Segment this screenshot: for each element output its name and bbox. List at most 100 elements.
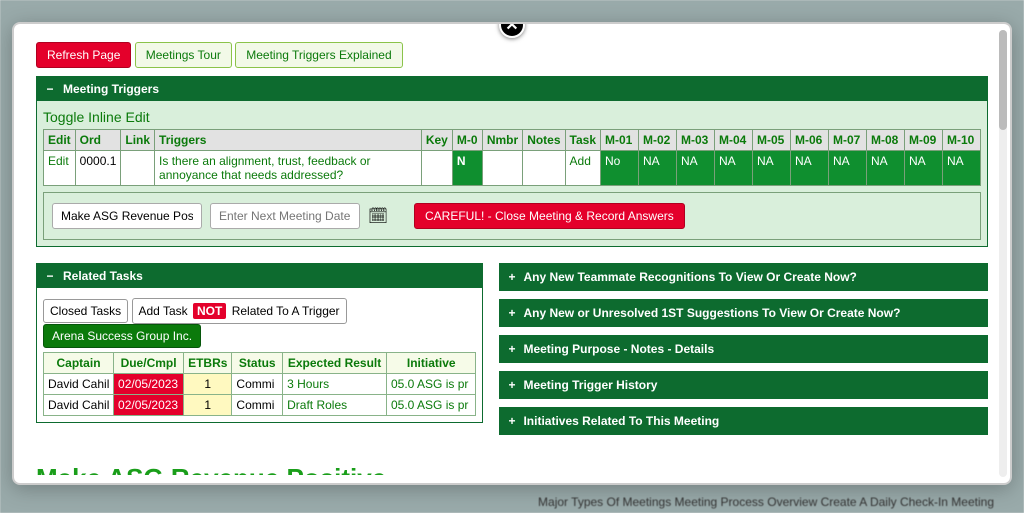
expand-icon: +	[508, 270, 515, 284]
th-nmbr: Nmbr	[482, 130, 522, 151]
cell-m0[interactable]: N	[452, 151, 482, 186]
scrollbar-track[interactable]	[999, 30, 1007, 477]
panel-1st-suggestions[interactable]: + Any New or Unresolved 1ST Suggestions …	[499, 299, 988, 327]
tasks-header-row: Captain Due/Cmpl ETBRs Status Expected R…	[44, 353, 476, 374]
panel-title: Initiatives Related To This Meeting	[523, 414, 719, 428]
tasks-table: Captain Due/Cmpl ETBRs Status Expected R…	[43, 352, 476, 416]
toggle-inline-edit-link[interactable]: Toggle Inline Edit	[43, 109, 150, 125]
th-link: Link	[121, 130, 155, 151]
th-m04: M-04	[715, 130, 753, 151]
th-edit: Edit	[44, 130, 76, 151]
panel-teammate-recognitions[interactable]: + Any New Teammate Recognitions To View …	[499, 263, 988, 291]
next-meeting-date-input[interactable]	[210, 203, 360, 229]
cell-due: 02/05/2023	[114, 374, 184, 395]
cell-m02[interactable]: NA	[639, 151, 677, 186]
expand-icon: +	[508, 342, 515, 356]
th-status: Status	[232, 353, 283, 374]
task-row[interactable]: David Cahil 02/05/2023 1 Commi Draft Rol…	[44, 395, 476, 416]
two-column-layout: − Related Tasks Closed Tasks Add Task NO…	[36, 263, 988, 435]
cell-add-task[interactable]: Add	[565, 151, 600, 186]
company-button[interactable]: Arena Success Group Inc.	[43, 324, 201, 348]
cell-m10[interactable]: NA	[943, 151, 981, 186]
add-task-not-trigger-button[interactable]: Add Task NOT Related To A Trigger	[132, 298, 347, 324]
make-asg-input[interactable]	[52, 203, 202, 229]
panel-header-meeting-triggers[interactable]: − Meeting Triggers	[37, 77, 987, 101]
cell-m07[interactable]: NA	[829, 151, 867, 186]
cell-etbrs: 1	[184, 374, 232, 395]
closed-tasks-button[interactable]: Closed Tasks	[43, 299, 128, 323]
collapse-icon: −	[45, 82, 55, 96]
th-m05: M-05	[753, 130, 791, 151]
panel-meeting-triggers: − Meeting Triggers Toggle Inline Edit Ed…	[36, 76, 988, 247]
th-expected: Expected Result	[283, 353, 387, 374]
left-column: − Related Tasks Closed Tasks Add Task NO…	[36, 263, 483, 435]
panel-header-related-tasks[interactable]: − Related Tasks	[37, 264, 482, 288]
triggers-data-row: Edit 0000.1 Is there an alignment, trust…	[44, 151, 981, 186]
cell-nmbr	[482, 151, 522, 186]
panel-body-related-tasks: Closed Tasks Add Task NOT Related To A T…	[37, 288, 482, 422]
th-m09: M-09	[905, 130, 943, 151]
scrollbar-thumb[interactable]	[999, 30, 1007, 130]
cell-m04[interactable]: NA	[715, 151, 753, 186]
cell-captain: David Cahil	[44, 395, 114, 416]
panel-body-meeting-triggers: Toggle Inline Edit Edit Ord Link Trigger…	[37, 101, 987, 246]
th-m0: M-0	[452, 130, 482, 151]
refresh-page-button[interactable]: Refresh Page	[36, 42, 131, 68]
th-key: Key	[421, 130, 452, 151]
cell-notes	[523, 151, 565, 186]
triggers-table: Edit Ord Link Triggers Key M-0 Nmbr Note…	[43, 129, 981, 186]
triggers-action-bar: 🗓 CAREFUL! - Close Meeting & Record Answ…	[43, 192, 981, 240]
add-task-text-post: Related To A Trigger	[232, 304, 340, 318]
cell-ord: 0000.1	[75, 151, 121, 186]
cell-initiative: 05.0 ASG is pr	[387, 395, 476, 416]
panel-title: Related Tasks	[63, 269, 143, 283]
panel-related-initiatives[interactable]: + Initiatives Related To This Meeting	[499, 407, 988, 435]
cell-link-empty	[121, 151, 155, 186]
cell-captain: David Cahil	[44, 374, 114, 395]
th-m10: M-10	[943, 130, 981, 151]
meeting-triggers-explained-button[interactable]: Meeting Triggers Explained	[235, 42, 402, 68]
th-ord: Ord	[75, 130, 121, 151]
panel-title: Any New or Unresolved 1ST Suggestions To…	[523, 306, 900, 320]
cell-edit[interactable]: Edit	[44, 151, 76, 186]
cell-expected: 3 Hours	[283, 374, 387, 395]
cell-trigger-question[interactable]: Is there an alignment, trust, feedback o…	[155, 151, 422, 186]
panel-title: Meeting Purpose - Notes - Details	[523, 342, 714, 356]
th-notes: Notes	[523, 130, 565, 151]
cell-m01[interactable]: No	[601, 151, 639, 186]
th-etbrs: ETBRs	[184, 353, 232, 374]
panel-title: Any New Teammate Recognitions To View Or…	[523, 270, 856, 284]
close-meeting-button[interactable]: CAREFUL! - Close Meeting & Record Answer…	[414, 203, 685, 229]
panel-trigger-history[interactable]: + Meeting Trigger History	[499, 371, 988, 399]
right-column: + Any New Teammate Recognitions To View …	[499, 263, 988, 435]
meeting-modal: ✕ Refresh Page Meetings Tour Meeting Tri…	[12, 22, 1012, 485]
backdrop-footer-text: Major Types Of Meetings Meeting Process …	[0, 495, 1024, 509]
th-m08: M-08	[867, 130, 905, 151]
calendar-icon[interactable]: 🗓	[368, 206, 388, 226]
cell-initiative: 05.0 ASG is pr	[387, 374, 476, 395]
expand-icon: +	[508, 414, 515, 428]
panel-title: Meeting Trigger History	[523, 378, 657, 392]
task-row[interactable]: David Cahil 02/05/2023 1 Commi 3 Hours 0…	[44, 374, 476, 395]
panel-meeting-purpose[interactable]: + Meeting Purpose - Notes - Details	[499, 335, 988, 363]
th-initiative: Initiative	[387, 353, 476, 374]
cell-m09[interactable]: NA	[905, 151, 943, 186]
tasks-button-bar: Closed Tasks Add Task NOT Related To A T…	[43, 298, 476, 348]
top-button-bar: Refresh Page Meetings Tour Meeting Trigg…	[36, 42, 988, 68]
meetings-tour-button[interactable]: Meetings Tour	[135, 42, 232, 68]
page-heading: Make ASG Revenue Positive	[36, 463, 988, 475]
th-m03: M-03	[677, 130, 715, 151]
modal-scroll-area[interactable]: Refresh Page Meetings Tour Meeting Trigg…	[22, 32, 1002, 475]
cell-m03[interactable]: NA	[677, 151, 715, 186]
cell-m05[interactable]: NA	[753, 151, 791, 186]
th-triggers: Triggers	[155, 130, 422, 151]
collapse-icon: −	[45, 269, 55, 283]
cell-expected: Draft Roles	[283, 395, 387, 416]
triggers-header-row: Edit Ord Link Triggers Key M-0 Nmbr Note…	[44, 130, 981, 151]
th-task: Task	[565, 130, 600, 151]
add-task-text-pre: Add Task	[139, 304, 188, 318]
cell-due: 02/05/2023	[114, 395, 184, 416]
cell-status: Commi	[232, 395, 283, 416]
cell-m06[interactable]: NA	[791, 151, 829, 186]
cell-m08[interactable]: NA	[867, 151, 905, 186]
